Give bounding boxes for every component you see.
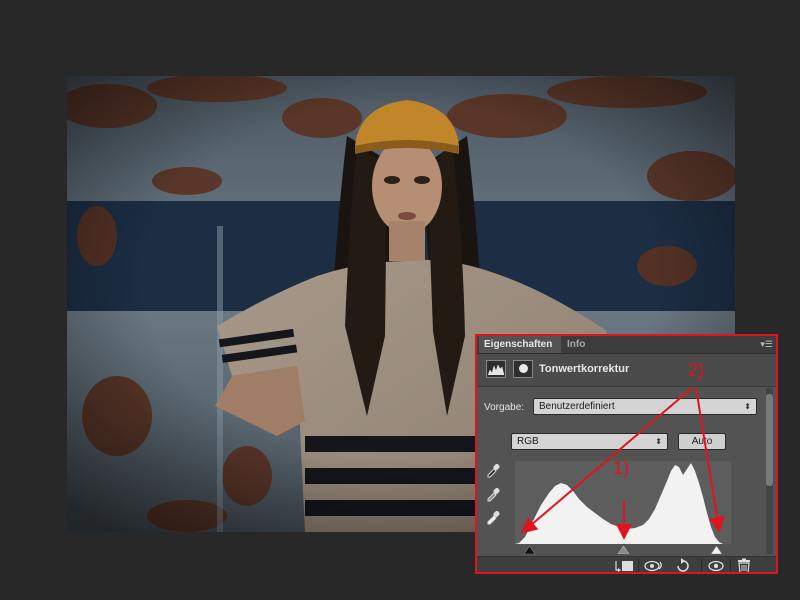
panel-scrollbar[interactable] [766, 388, 773, 554]
auto-button[interactable]: Auto [678, 433, 726, 450]
black-point-slider[interactable] [524, 546, 535, 554]
eyedropper-gray-icon[interactable] [485, 486, 501, 502]
eyedropper-white-icon[interactable] [485, 509, 501, 525]
midtone-slider[interactable] [618, 546, 629, 554]
annotation-label-1: 1) [613, 458, 630, 478]
white-point-slider[interactable] [711, 546, 722, 554]
tab-info[interactable]: Info [562, 336, 596, 353]
panel-menu-icon[interactable]: ▾☰ [760, 338, 773, 350]
view-previous-icon[interactable] [643, 558, 665, 574]
visibility-icon[interactable] [706, 558, 726, 574]
eyedropper-black-icon[interactable] [485, 462, 501, 478]
select-arrows-icon: ⬍ [655, 437, 662, 446]
panel-bottom-bar [477, 556, 776, 574]
preset-value: Benutzerdefiniert [539, 401, 615, 412]
adjustment-title: Tonwertkorrektur [539, 363, 630, 375]
reset-icon[interactable] [673, 558, 693, 574]
scrollbar-thumb[interactable] [766, 394, 773, 486]
select-arrows-icon: ⬍ [744, 402, 751, 411]
preset-label: Vorgabe: [484, 402, 525, 413]
preset-select[interactable]: Benutzerdefiniert ⬍ [533, 398, 757, 415]
properties-panel: Eigenschaften Info ▾☰ Tonwertkorrektur V… [475, 334, 778, 574]
panel-tab-bar: Eigenschaften Info ▾☰ [477, 336, 776, 354]
layer-mask-icon[interactable] [513, 360, 533, 378]
levels-adjustment-icon[interactable] [486, 360, 506, 378]
channel-select[interactable]: RGB ⬍ [511, 433, 668, 450]
adjustment-header: Tonwertkorrektur [477, 354, 776, 387]
clip-to-layer-icon[interactable] [613, 558, 635, 574]
tab-eigenschaften[interactable]: Eigenschaften [479, 336, 561, 353]
trash-icon[interactable] [735, 558, 753, 574]
annotation-label-2: 2) [688, 360, 705, 380]
channel-value: RGB [517, 436, 539, 447]
